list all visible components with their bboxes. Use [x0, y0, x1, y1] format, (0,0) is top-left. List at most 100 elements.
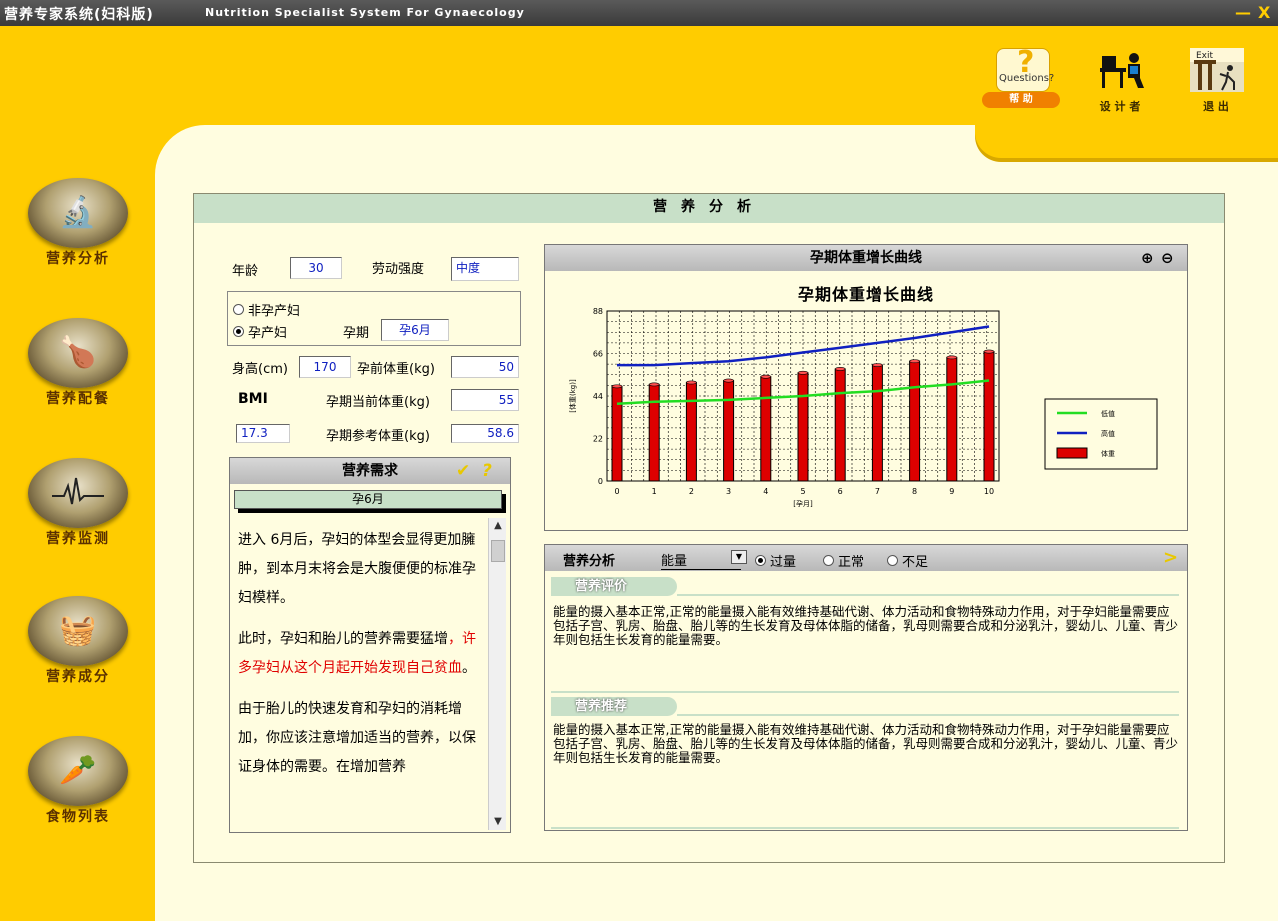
exit-button[interactable]: Exit 退 出 [1176, 48, 1256, 118]
bar-top [723, 378, 734, 383]
y-tick-label: 44 [593, 392, 603, 401]
bar [797, 372, 809, 482]
nav-ingredients[interactable]: 🧺 营养成分 [18, 596, 138, 706]
next-arrow-icon[interactable]: > [1163, 547, 1178, 568]
bar-top [909, 359, 920, 364]
scroll-down-icon[interactable]: ▼ [489, 814, 507, 830]
weight-chart: 0 22 44 66 88 0 1 2 3 4 5 6 7 8 9 10 [孕月] [体重(kg)] 低值高值体重 [568, 307, 1158, 508]
nav-label: 营养监测 [46, 531, 110, 547]
radio-circle [233, 326, 244, 337]
labor-field[interactable]: 中度 [451, 257, 519, 281]
help-button[interactable]: ? Questions? 帮 助 [982, 45, 1062, 118]
divider [677, 714, 1179, 716]
x-tick-label: 10 [984, 487, 994, 496]
evaluation-tag: 营养评价 [551, 577, 677, 596]
ingredients-icon: 🧺 [59, 612, 97, 648]
stage-field[interactable]: 孕6月 [381, 319, 449, 341]
legend-label: 高值 [1101, 429, 1115, 438]
radio-circle [823, 555, 834, 566]
zoom-out-icon[interactable]: ⊖ [1161, 245, 1174, 271]
divider [677, 594, 1179, 596]
analysis-panel: 营养分析 能量 ▼ 过量 正常 不足 > 营养评价 能量的摄入基本正常,正常的能… [544, 544, 1188, 831]
x-tick-label: 0 [614, 487, 619, 496]
zoom-in-icon[interactable]: ⊕ [1141, 245, 1154, 271]
height-label: 身高(cm) [232, 362, 288, 377]
age-field[interactable]: 30 [290, 257, 342, 279]
radio-circle [233, 304, 244, 315]
bar [685, 381, 697, 482]
meal-icon: 🍗 [59, 334, 97, 370]
requirement-paragraph-1: 进入 6月后，孕妇的体型会显得更加臃肿，到本月末将会是大腹便便的标准孕妇模样。 [238, 532, 476, 606]
bar [611, 385, 623, 482]
check-icon[interactable]: ✔ [456, 458, 470, 484]
labor-label: 劳动强度 [372, 262, 425, 277]
nav-meal-plan[interactable]: 🍗 营养配餐 [18, 318, 138, 428]
microscope-icon: 🔬 [59, 194, 97, 230]
height-field[interactable]: 170 [299, 356, 351, 378]
analysis-toolbar: 营养分析 能量 ▼ 过量 正常 不足 > [545, 545, 1187, 571]
chart-header-title: 孕期体重增长曲线 [810, 250, 922, 266]
nutrient-value: 能量 [661, 554, 688, 569]
low-label: 不足 [902, 555, 929, 570]
y-tick-label: 22 [593, 435, 603, 444]
bar-top [872, 363, 883, 367]
nav-nutrition-analysis[interactable]: 🔬 营养分析 [18, 178, 138, 288]
ref-weight-field[interactable]: 58.6 [451, 424, 519, 443]
requirement-p2c: 。 [462, 660, 476, 676]
nav-label: 营养成分 [46, 669, 110, 685]
non-pregnant-radio[interactable]: 非孕产妇 [233, 300, 300, 319]
nav-monitoring[interactable]: 营养监测 [18, 458, 138, 568]
normal-label: 正常 [838, 555, 865, 570]
requirement-scrollbar[interactable]: ▲ ▼ [488, 518, 506, 830]
bmi-label: BMI [238, 391, 268, 407]
non-pregnant-label: 非孕产妇 [248, 304, 301, 319]
x-tick-label: 1 [652, 487, 657, 496]
low-radio[interactable]: 不足 [887, 551, 928, 570]
panel-title: 营养分析 [194, 194, 1224, 223]
divider [551, 827, 1179, 829]
bar-top [834, 367, 846, 371]
app-title: 营养专家系统(妇科版) [4, 7, 154, 23]
pregnant-radio[interactable]: 孕产妇 [233, 322, 287, 341]
recommendation-text: 能量的摄入基本正常,正常的能量摄入能有效维持基础代谢、体力活动和食物特殊动力作用… [553, 722, 1179, 765]
bar [909, 360, 921, 482]
pre-weight-label: 孕前体重(kg) [357, 362, 435, 377]
requirement-title: 营养需求 [342, 463, 398, 479]
pre-weight-field[interactable]: 50 [451, 356, 519, 378]
x-tick-label: 3 [726, 487, 731, 496]
legend-label: 低值 [1101, 409, 1115, 418]
designer-button[interactable]: 设 计 者 [1080, 48, 1160, 118]
scroll-thumb[interactable] [491, 540, 505, 562]
over-radio[interactable]: 过量 [755, 551, 796, 570]
help-label: 帮 助 [982, 92, 1060, 108]
bar-top [797, 370, 809, 375]
bar [834, 368, 846, 482]
header-notch [975, 120, 1278, 158]
bar-top [686, 380, 697, 385]
questions-text: Questions? [999, 73, 1055, 84]
bar [946, 356, 958, 482]
bar [648, 383, 660, 482]
requirement-panel: 营养需求 ✔ ? 孕6月 进入 6月后，孕妇的体型会显得更加臃肿，到本月末将会是… [229, 457, 511, 833]
stage-label: 孕期 [343, 326, 370, 341]
y-tick-label: 66 [593, 350, 603, 359]
bmi-field[interactable]: 17.3 [236, 424, 290, 443]
exit-sign-text: Exit [1196, 51, 1214, 61]
x-tick-label: 7 [875, 487, 880, 496]
bar-top [648, 382, 660, 387]
main-panel: 营养分析 年龄 30 劳动强度 中度 非孕产妇 孕产妇 孕期 孕6月 身高(cm… [193, 193, 1225, 863]
minimize-button[interactable]: — [1235, 3, 1251, 22]
food-list-icon: 🥕 [59, 752, 97, 788]
nutrient-select[interactable]: 能量 [661, 550, 741, 570]
close-button[interactable]: X [1258, 3, 1270, 22]
nav-food-list[interactable]: 🥕 食物列表 [18, 736, 138, 846]
requirement-text: 进入 6月后，孕妇的体型会显得更加臃肿，到本月末将会是大腹便便的标准孕妇模样。 … [238, 526, 478, 826]
scroll-up-icon[interactable]: ▲ [489, 518, 507, 534]
cur-weight-field[interactable]: 55 [451, 389, 519, 411]
dropdown-arrow-icon[interactable]: ▼ [731, 550, 747, 564]
normal-radio[interactable]: 正常 [823, 551, 864, 570]
x-tick-label: 2 [689, 487, 694, 496]
help-icon[interactable]: ? [482, 458, 492, 484]
bar [983, 351, 995, 482]
nav-label: 食物列表 [46, 809, 110, 825]
